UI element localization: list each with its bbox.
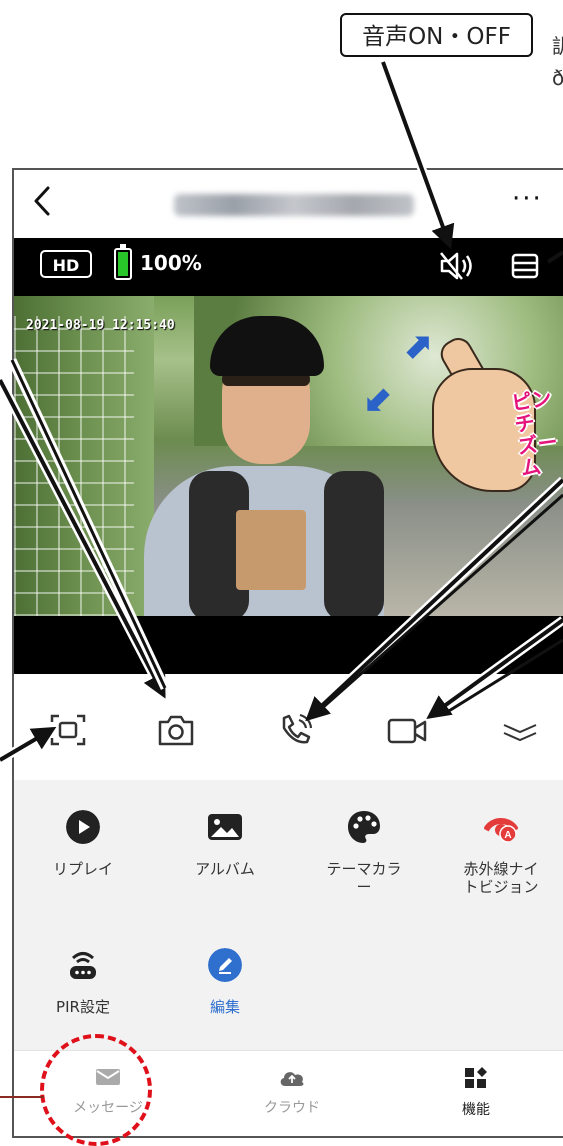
phone-screen: ··· HD 100% 2021-08-19 12:15:40 ⬈ ⬋ ピンチ … [12, 168, 563, 1138]
feature-label-line: テーマカラ [326, 860, 402, 878]
callout-leader-line [0, 1096, 44, 1098]
edit-icon [208, 948, 242, 982]
feature-label: PIR設定 [56, 998, 110, 1016]
feature-label: 編集 [209, 998, 240, 1016]
highlight-messages-circle [40, 1034, 152, 1146]
feature-album[interactable]: アルバム [160, 810, 290, 878]
live-video-feed[interactable]: 2021-08-19 12:15:40 ⬈ ⬋ ピンチ ズーム [14, 296, 563, 616]
feature-theme-color[interactable]: テーマカラ ー [299, 810, 429, 896]
feature-grid: リプレイ アルバム テーマカラ ー A 赤外線ナイ トビジョン PIR設定 編集 [14, 780, 563, 1050]
side-note-line2: ð [552, 66, 563, 90]
feature-label: アルバム [195, 860, 255, 878]
split-view-icon[interactable] [510, 250, 540, 282]
tab-cloud[interactable]: クラウド [232, 1067, 352, 1117]
album-icon [208, 814, 242, 840]
night-vision-icon: A [484, 818, 518, 843]
grid-icon [465, 1067, 487, 1088]
feature-night-vision[interactable]: A 赤外線ナイ トビジョン [436, 810, 563, 896]
top-bar: ··· [14, 170, 563, 238]
video-bottom-bar [14, 616, 563, 674]
sound-onoff-callout: 音声ON・OFF [340, 13, 533, 57]
pinch-label-line1: ピンチ [510, 385, 553, 437]
hd-quality-button[interactable]: HD [40, 250, 92, 278]
video-timestamp: 2021-08-19 12:15:40 [26, 318, 175, 333]
battery-percent: 100% [140, 251, 202, 275]
feature-replay[interactable]: リプレイ [18, 810, 148, 878]
video-record-icon[interactable] [386, 712, 427, 748]
chevron-left-icon[interactable] [32, 184, 52, 226]
person-backpack-strap-right [324, 471, 384, 616]
speaker-muted-icon[interactable] [438, 250, 478, 282]
feature-label: リプレイ [52, 860, 113, 878]
pinch-label-line2: ズーム [516, 429, 560, 481]
feature-label-line: 赤外線ナイ [463, 860, 539, 878]
pinch-arrow-out-icon: ⬈ [402, 326, 433, 367]
feature-pir-settings[interactable]: PIR設定 [18, 948, 148, 1016]
tab-functions[interactable]: 機能 [416, 1067, 536, 1119]
side-note: 訓 ð [552, 30, 563, 94]
more-options-icon[interactable]: ··· [512, 184, 543, 214]
side-note-line1: 訓 [552, 34, 563, 58]
tab-label: 機能 [462, 1102, 490, 1118]
palette-icon [348, 811, 380, 843]
feature-label-line: トビジョン [463, 878, 539, 896]
paper-bag [236, 510, 306, 590]
device-title-blurred [174, 194, 414, 216]
call-icon[interactable] [276, 712, 316, 748]
tab-label: クラウド [264, 1100, 320, 1116]
pinch-arrow-in-icon: ⬋ [364, 378, 395, 419]
camera-icon[interactable] [156, 712, 196, 748]
feature-edit[interactable]: 編集 [160, 948, 290, 1016]
cloud-icon [280, 1072, 304, 1086]
svg-text:A: A [504, 830, 511, 841]
battery-icon [114, 244, 132, 280]
collapse-chevron-icon[interactable] [500, 712, 540, 748]
feature-label-night: 赤外線ナイ トビジョン [436, 860, 563, 896]
playback-controls [14, 674, 563, 780]
feature-label-theme: テーマカラ ー [299, 860, 429, 896]
screenshot-frame-icon[interactable] [48, 712, 88, 748]
stream-status-bar: HD 100% [14, 238, 563, 296]
play-icon [66, 810, 100, 844]
video-fence [14, 316, 134, 616]
pir-sensor-icon [70, 952, 96, 979]
feature-label-line: ー [356, 878, 372, 896]
battery-fill [118, 252, 128, 276]
